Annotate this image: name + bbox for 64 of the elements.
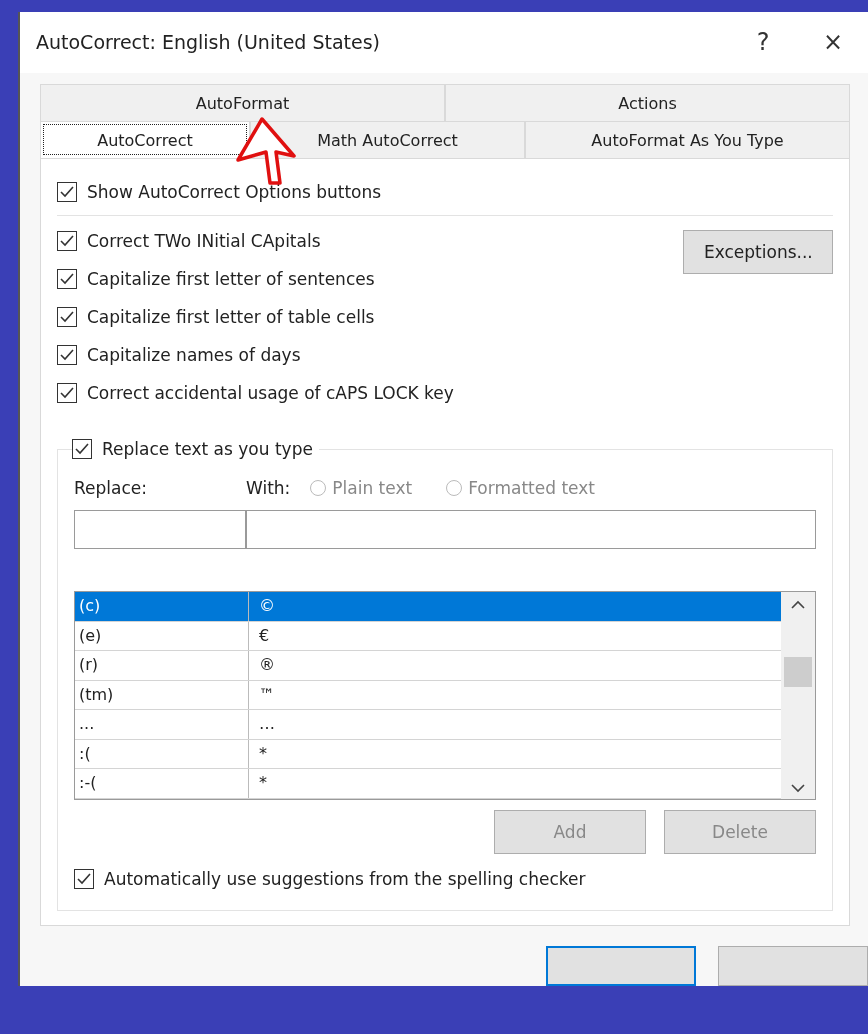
table-cell-text: … xyxy=(258,713,276,736)
list-row[interactable]: (r) ® xyxy=(75,651,781,681)
checkbox-label: Show AutoCorrect Options buttons xyxy=(87,182,382,202)
checkmark-icon xyxy=(76,872,92,886)
table-cell: :( xyxy=(75,739,249,769)
replace-field[interactable] xyxy=(74,510,246,549)
checkmark-icon xyxy=(59,234,75,248)
list-row[interactable]: ... … xyxy=(75,710,781,740)
checkbox-label: Correct TWo INitial CApitals xyxy=(87,231,321,251)
close-button[interactable]: × xyxy=(798,17,868,68)
list-row[interactable]: :-( * xyxy=(75,769,781,800)
scroll-down-icon[interactable] xyxy=(791,783,805,793)
checkbox[interactable] xyxy=(57,307,77,327)
checkmark-icon xyxy=(59,272,75,286)
checkbox[interactable] xyxy=(74,869,94,889)
checkbox-label: Capitalize first letter of sentences xyxy=(87,269,375,289)
help-button[interactable]: ? xyxy=(728,17,798,68)
checkbox[interactable] xyxy=(57,345,77,365)
table-cell-text: © xyxy=(258,595,276,617)
with-field[interactable] xyxy=(246,510,816,549)
checkbox[interactable] xyxy=(57,231,77,251)
exceptions-button[interactable]: Exceptions... xyxy=(683,230,833,274)
field-label: Replace: xyxy=(74,478,148,498)
checkmark-icon xyxy=(59,185,75,199)
tab[interactable]: AutoCorrect xyxy=(40,121,250,158)
checkmark-icon xyxy=(59,386,75,400)
table-cell: (e) xyxy=(75,621,249,651)
table-cell-text: € xyxy=(258,624,271,647)
dialog-button[interactable] xyxy=(546,946,696,986)
checkbox-label: Replace text as you type xyxy=(102,439,313,459)
checkbox[interactable] xyxy=(57,383,77,403)
table-cell-text: ™ xyxy=(258,683,276,706)
table-cell-text: * xyxy=(258,742,268,765)
radio-label: Formatted text xyxy=(468,478,595,498)
checkmark-icon xyxy=(74,442,90,456)
list-row[interactable]: (e) € xyxy=(75,621,781,652)
scroll-up-icon[interactable] xyxy=(791,600,805,610)
checkbox-label: Correct accidental usage of cAPS LOCK key xyxy=(87,383,454,403)
checkbox-label: Capitalize first letter of table cells xyxy=(87,307,375,327)
table-cell: (tm) xyxy=(75,680,249,710)
checkbox[interactable] xyxy=(57,182,77,202)
scrollbar-thumb[interactable] xyxy=(784,656,812,687)
tab[interactable]: AutoFormat xyxy=(40,84,445,121)
list-row[interactable]: (c) © xyxy=(75,592,781,622)
checkbox-label: Capitalize names of days xyxy=(87,345,301,365)
list-row[interactable]: (tm) ™ xyxy=(75,680,781,711)
checkbox[interactable] xyxy=(72,439,92,459)
table-cell: (r) xyxy=(75,651,249,680)
list-row[interactable]: :( * xyxy=(75,739,781,770)
tab[interactable]: Actions xyxy=(445,84,850,121)
table-cell: (c) xyxy=(75,592,249,621)
radio-label: Plain text xyxy=(332,478,413,498)
checkmark-icon xyxy=(59,348,75,362)
checkbox-label: Automatically use suggestions from the spelling checker xyxy=(104,869,586,889)
field-label: With: xyxy=(246,478,291,498)
table-cell-text: * xyxy=(258,772,268,795)
checkbox[interactable] xyxy=(57,269,77,289)
table-cell: ... xyxy=(75,710,249,739)
table-cell-text: ® xyxy=(258,654,276,677)
table-cell: :-( xyxy=(75,769,249,799)
tab[interactable]: AutoFormat As You Type xyxy=(525,121,850,158)
window-title: AutoCorrect: English (United States) xyxy=(36,31,382,54)
checkmark-icon xyxy=(59,310,75,324)
scrollbar[interactable] xyxy=(781,592,815,799)
